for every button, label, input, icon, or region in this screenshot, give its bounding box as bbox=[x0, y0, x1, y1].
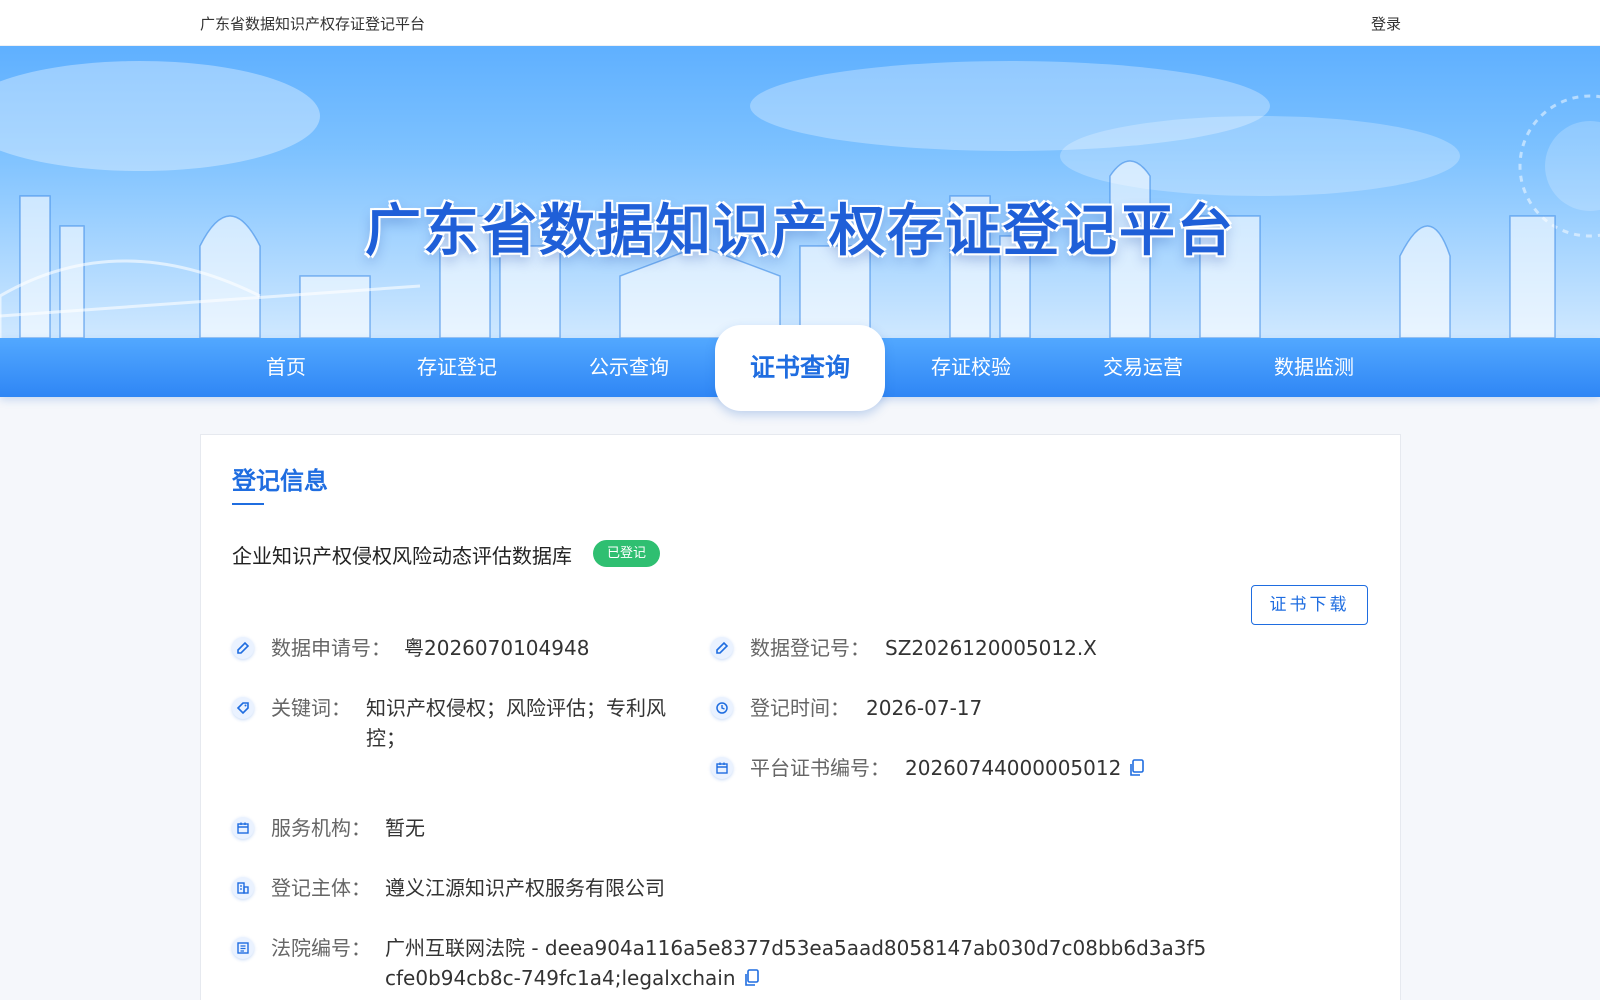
login-link[interactable]: 登录 bbox=[1371, 13, 1401, 34]
field-label: 平台证书编号： bbox=[750, 756, 890, 780]
hero-banner: 广东省数据知识产权存证登记平台 bbox=[0, 46, 1600, 338]
banner-title: 广东省数据知识产权存证登记平台 bbox=[365, 199, 1235, 264]
field-court-no: 法院编号： 广州互联网法院 - deea904a116a5e8377d53ea5… bbox=[232, 933, 1232, 993]
section-underline bbox=[232, 503, 264, 505]
main-nav: 首页 存证登记 公示查询 证书查询 存证校验 交易运营 数据监测 bbox=[0, 325, 1600, 411]
top-bar: 广东省数据知识产权存证登记平台 登录 bbox=[0, 0, 1600, 46]
certificate-download-button[interactable]: 证书下载 bbox=[1251, 585, 1368, 625]
record-name: 企业知识产权侵权风险动态评估数据库 bbox=[232, 544, 572, 568]
field-label: 法院编号： bbox=[271, 936, 371, 960]
field-value: 暂无 bbox=[385, 816, 425, 840]
building-icon bbox=[232, 877, 254, 899]
field-value: 广州互联网法院 - deea904a116a5e8377d53ea5aad805… bbox=[385, 936, 1207, 990]
edit-icon bbox=[232, 637, 254, 659]
field-value: 20260744000005012 bbox=[905, 756, 1122, 780]
copy-icon[interactable] bbox=[1129, 755, 1145, 785]
field-label: 登记时间： bbox=[750, 696, 850, 720]
field-keywords: 关键词： 知识产权侵权；风险评估；专利风控； bbox=[232, 693, 672, 753]
nav-verification[interactable]: 存证校验 bbox=[886, 338, 1056, 397]
field-label: 关键词： bbox=[271, 696, 351, 720]
field-application-no: 数据申请号： 粤2026070104948 bbox=[232, 633, 652, 663]
field-label: 数据登记号： bbox=[750, 636, 870, 660]
field-label: 登记主体： bbox=[271, 876, 371, 900]
field-registration-no: 数据登记号： SZ2026120005012.X bbox=[711, 633, 1211, 663]
clock-icon bbox=[711, 697, 733, 719]
edit-icon bbox=[711, 637, 733, 659]
field-label: 数据申请号： bbox=[271, 636, 391, 660]
field-value-wrap: 广州互联网法院 - deea904a116a5e8377d53ea5aad805… bbox=[385, 933, 1215, 995]
field-value: 遵义江源知识产权服务有限公司 bbox=[385, 876, 665, 900]
field-subject: 登记主体： 遵义江源知识产权服务有限公司 bbox=[232, 873, 832, 903]
nav-certificate-query[interactable]: 证书查询 bbox=[715, 325, 885, 411]
field-value: 粤2026070104948 bbox=[404, 636, 590, 660]
field-label: 服务机构： bbox=[271, 816, 371, 840]
field-value: 知识产权侵权；风险评估；专利风控； bbox=[366, 696, 666, 750]
field-value: 2026-07-17 bbox=[866, 696, 983, 720]
site-title[interactable]: 广东省数据知识产权存证登记平台 bbox=[200, 13, 425, 34]
nav-monitoring[interactable]: 数据监测 bbox=[1229, 338, 1399, 397]
nav-home[interactable]: 首页 bbox=[201, 338, 371, 397]
calendar-icon bbox=[711, 757, 733, 779]
field-service-org: 服务机构： 暂无 bbox=[232, 813, 672, 843]
copy-icon[interactable] bbox=[744, 965, 760, 995]
tag-icon bbox=[232, 697, 254, 719]
nav-trading[interactable]: 交易运营 bbox=[1058, 338, 1228, 397]
nav-registration[interactable]: 存证登记 bbox=[372, 338, 542, 397]
document-icon bbox=[232, 937, 254, 959]
section-title: 登记信息 bbox=[232, 467, 328, 495]
field-value: SZ2026120005012.X bbox=[885, 636, 1097, 660]
registration-info-card: 登记信息 企业知识产权侵权风险动态评估数据库 已登记 证书下载 数据申请号： 粤… bbox=[200, 434, 1401, 1000]
field-certificate-no: 平台证书编号： 20260744000005012 bbox=[711, 753, 1271, 783]
nav-public-query[interactable]: 公示查询 bbox=[544, 338, 714, 397]
status-badge: 已登记 bbox=[593, 540, 661, 567]
field-value-wrap: 20260744000005012 bbox=[905, 753, 1145, 785]
field-registration-time: 登记时间： 2026-07-17 bbox=[711, 693, 1211, 723]
calendar-icon bbox=[232, 817, 254, 839]
